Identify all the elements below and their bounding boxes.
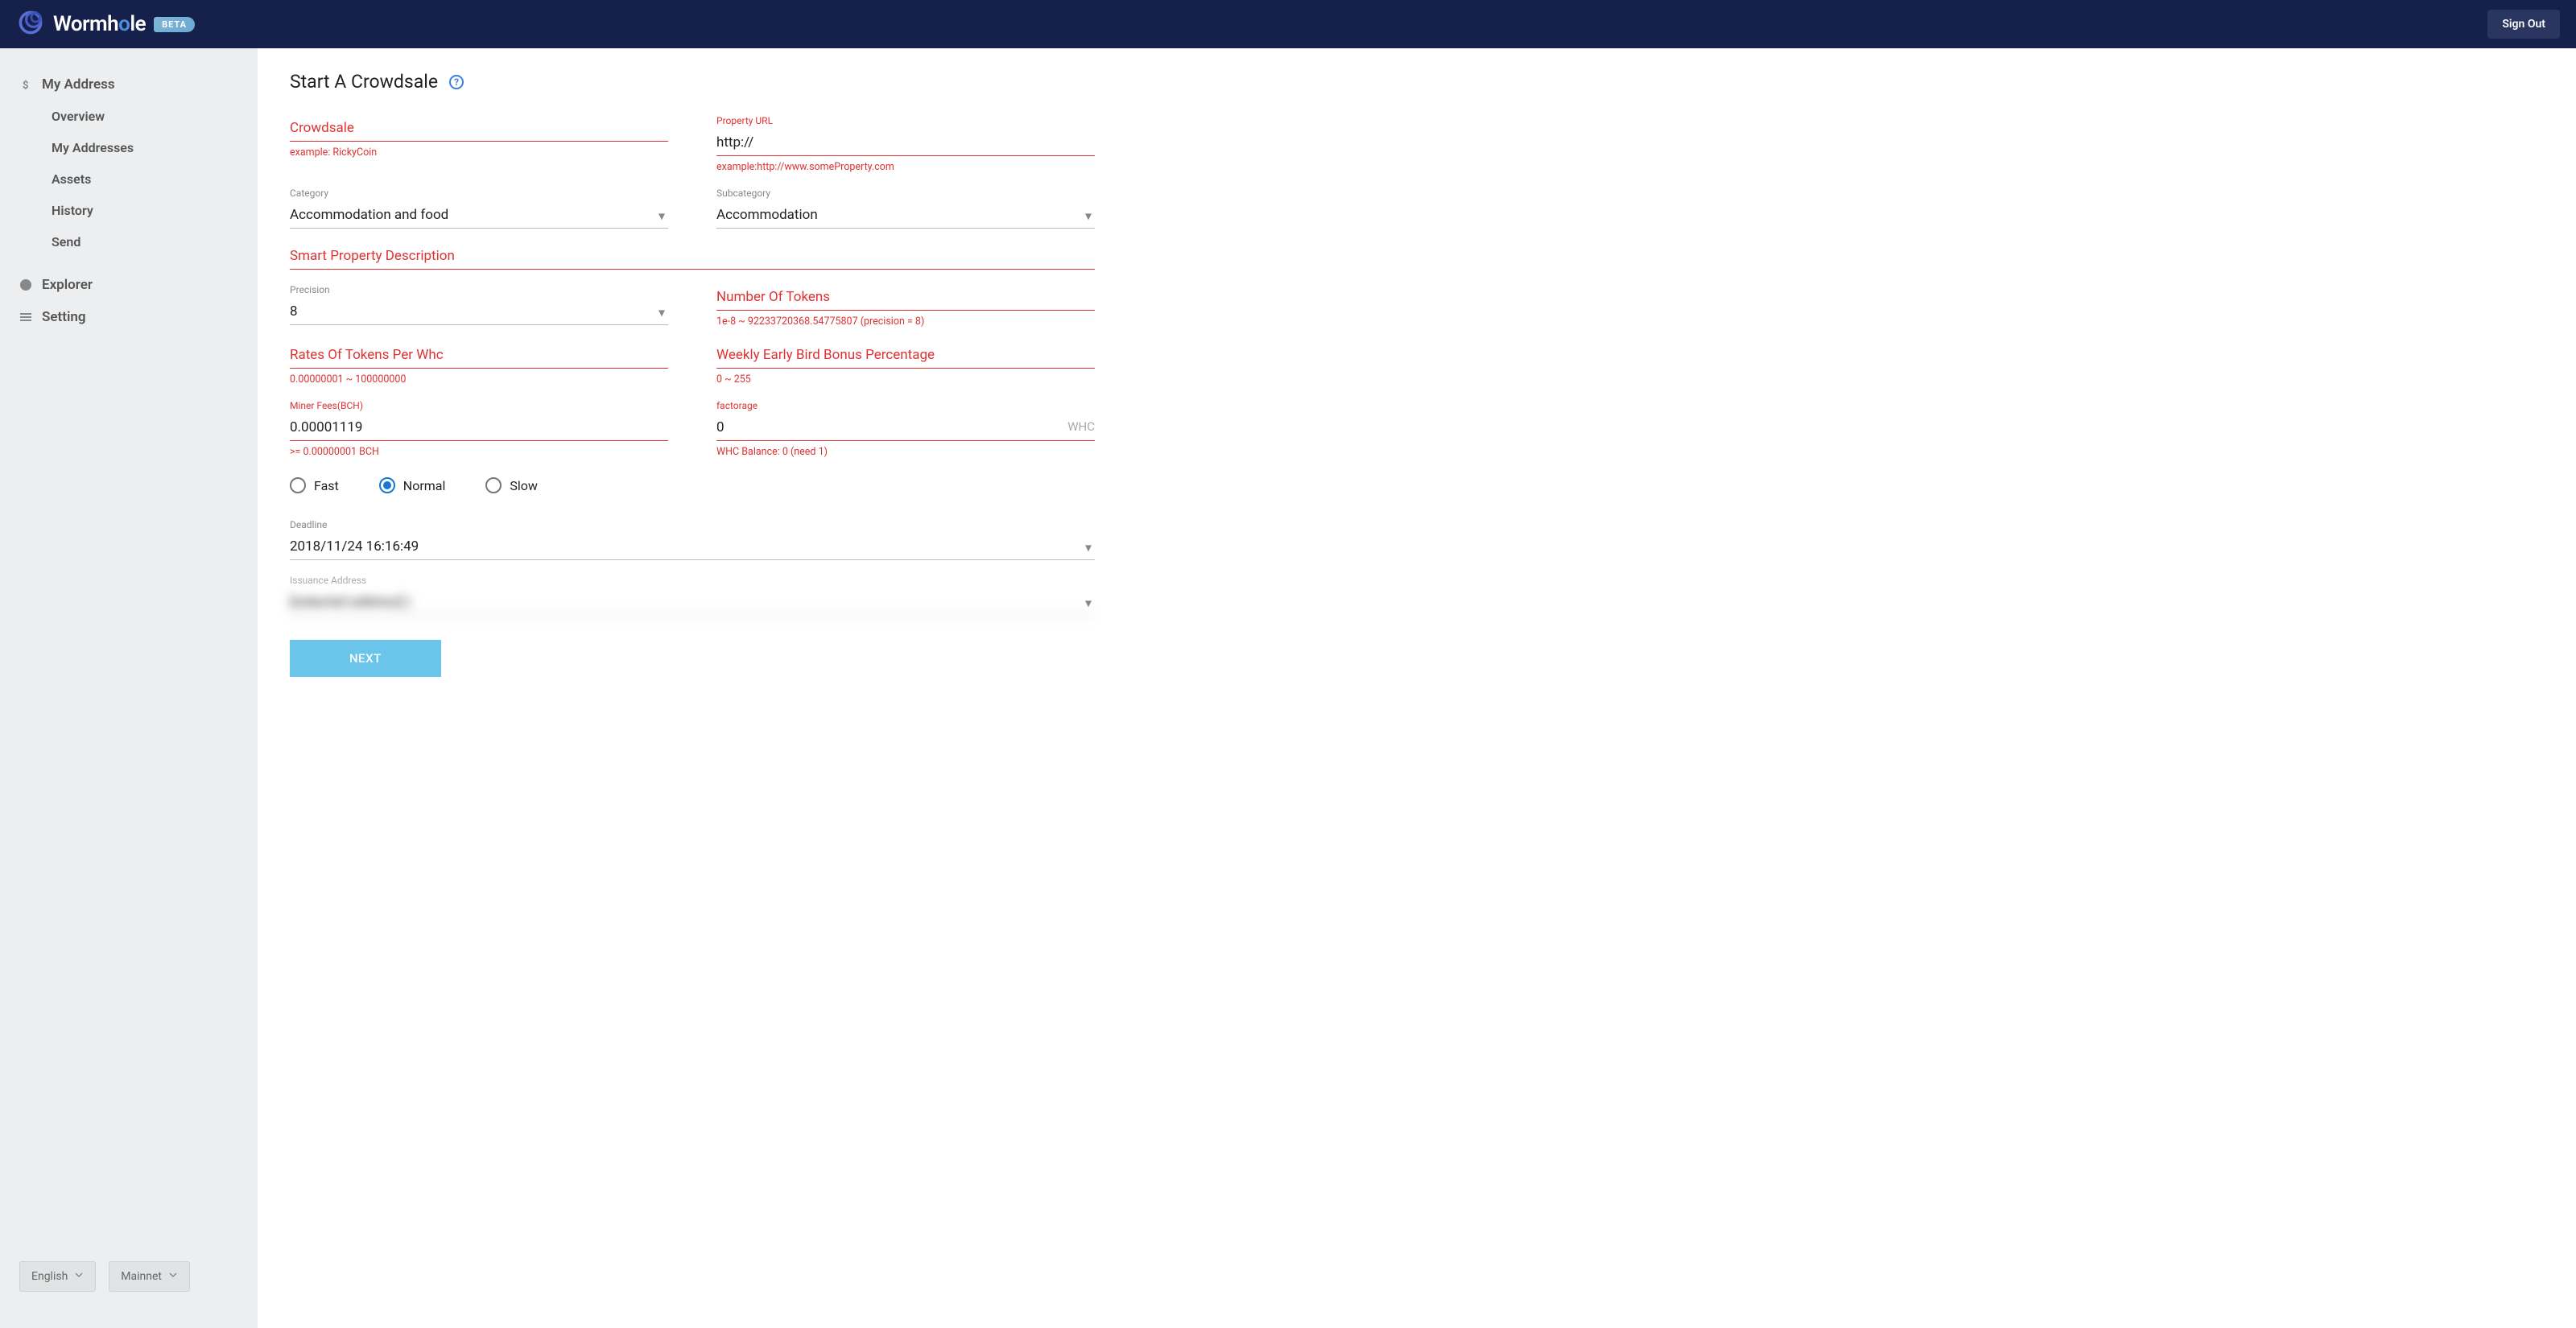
chevron-down-icon	[74, 1270, 84, 1283]
sidebar-section-my-address[interactable]: $ My Address	[0, 68, 258, 101]
crowdsale-label: Crowdsale	[290, 115, 668, 142]
sidebar-item-my-addresses[interactable]: My Addresses	[0, 132, 258, 163]
category-select[interactable]	[290, 202, 668, 229]
page-title: Start A Crowdsale	[290, 71, 438, 93]
property-url-label: Property URL	[716, 115, 1095, 126]
rates-label: Rates Of Tokens Per Whc	[290, 342, 668, 369]
radio-icon	[379, 477, 395, 493]
precision-label: Precision	[290, 284, 668, 295]
precision-select[interactable]	[290, 299, 668, 325]
number-tokens-label: Number Of Tokens	[716, 284, 1095, 311]
radio-icon	[290, 477, 306, 493]
crowdsale-helper: example: RickyCoin	[290, 146, 668, 159]
factorage-suffix: WHC	[1067, 419, 1095, 434]
chevron-down-icon	[168, 1270, 178, 1283]
miner-fees-helper: >= 0.00000001 BCH	[290, 446, 668, 458]
factorage-label: factorage	[716, 400, 1095, 411]
compass-icon	[19, 278, 32, 291]
dropdown-label: English	[31, 1270, 68, 1283]
deadline-label: Deadline	[290, 519, 1095, 530]
help-icon[interactable]: ?	[449, 75, 464, 89]
network-dropdown[interactable]: Mainnet	[109, 1261, 190, 1292]
property-url-helper: example:http://www.someProperty.com	[716, 161, 1095, 173]
radio-fast[interactable]: Fast	[290, 477, 339, 493]
property-url-input[interactable]	[716, 130, 1095, 156]
sidebar-section-setting[interactable]: Setting	[0, 301, 258, 333]
sidebar-label: Explorer	[42, 277, 93, 293]
radio-label: Slow	[510, 478, 538, 493]
bonus-helper: 0 ~ 255	[716, 373, 1095, 386]
next-button[interactable]: NEXT	[290, 640, 441, 677]
main-content: Start A Crowdsale ? Crowdsale example: R…	[258, 48, 2576, 1328]
radio-label: Normal	[403, 478, 446, 493]
category-label: Category	[290, 188, 668, 199]
rates-helper: 0.00000001 ~ 100000000	[290, 373, 668, 386]
sidebar-item-history[interactable]: History	[0, 195, 258, 226]
logo-text: Wormhole	[53, 12, 146, 36]
miner-fees-input[interactable]	[290, 414, 668, 441]
language-dropdown[interactable]: English	[19, 1261, 96, 1292]
radio-icon	[485, 477, 502, 493]
radio-label: Fast	[314, 478, 339, 493]
dollar-icon: $	[19, 78, 32, 91]
fee-speed-radio-group: Fast Normal Slow	[290, 477, 668, 493]
sidebar-item-overview[interactable]: Overview	[0, 101, 258, 132]
logo-swirl-icon	[16, 8, 45, 40]
radio-normal[interactable]: Normal	[379, 477, 446, 493]
subcategory-select[interactable]	[716, 202, 1095, 229]
issuance-address-select[interactable]	[290, 589, 1095, 616]
sidebar-item-assets[interactable]: Assets	[0, 163, 258, 195]
app-header: Wormhole BETA Sign Out	[0, 0, 2576, 48]
sidebar-item-send[interactable]: Send	[0, 226, 258, 258]
number-tokens-helper: 1e-8 ~ 92233720368.54775807 (precision =…	[716, 316, 1095, 328]
sidebar-section-explorer[interactable]: Explorer	[0, 269, 258, 301]
factorage-helper: WHC Balance: 0 (need 1)	[716, 446, 1095, 458]
bonus-label: Weekly Early Bird Bonus Percentage	[716, 342, 1095, 369]
dropdown-label: Mainnet	[121, 1270, 162, 1283]
deadline-input[interactable]	[290, 534, 1095, 560]
svg-text:$: $	[23, 80, 28, 90]
logo-area: Wormhole BETA	[16, 8, 195, 40]
menu-icon	[19, 311, 32, 324]
radio-slow[interactable]: Slow	[485, 477, 538, 493]
subcategory-label: Subcategory	[716, 188, 1095, 199]
sidebar-label: Setting	[42, 309, 86, 325]
sign-out-button[interactable]: Sign Out	[2487, 10, 2560, 39]
sidebar-label: My Address	[42, 76, 115, 93]
sidebar: $ My Address Overview My Addresses Asset…	[0, 48, 258, 1328]
description-label: Smart Property Description	[290, 243, 1095, 270]
issuance-label: Issuance Address	[290, 575, 1095, 586]
factorage-input[interactable]	[716, 414, 1095, 441]
beta-badge: BETA	[154, 17, 195, 32]
miner-fees-label: Miner Fees(BCH)	[290, 400, 668, 411]
